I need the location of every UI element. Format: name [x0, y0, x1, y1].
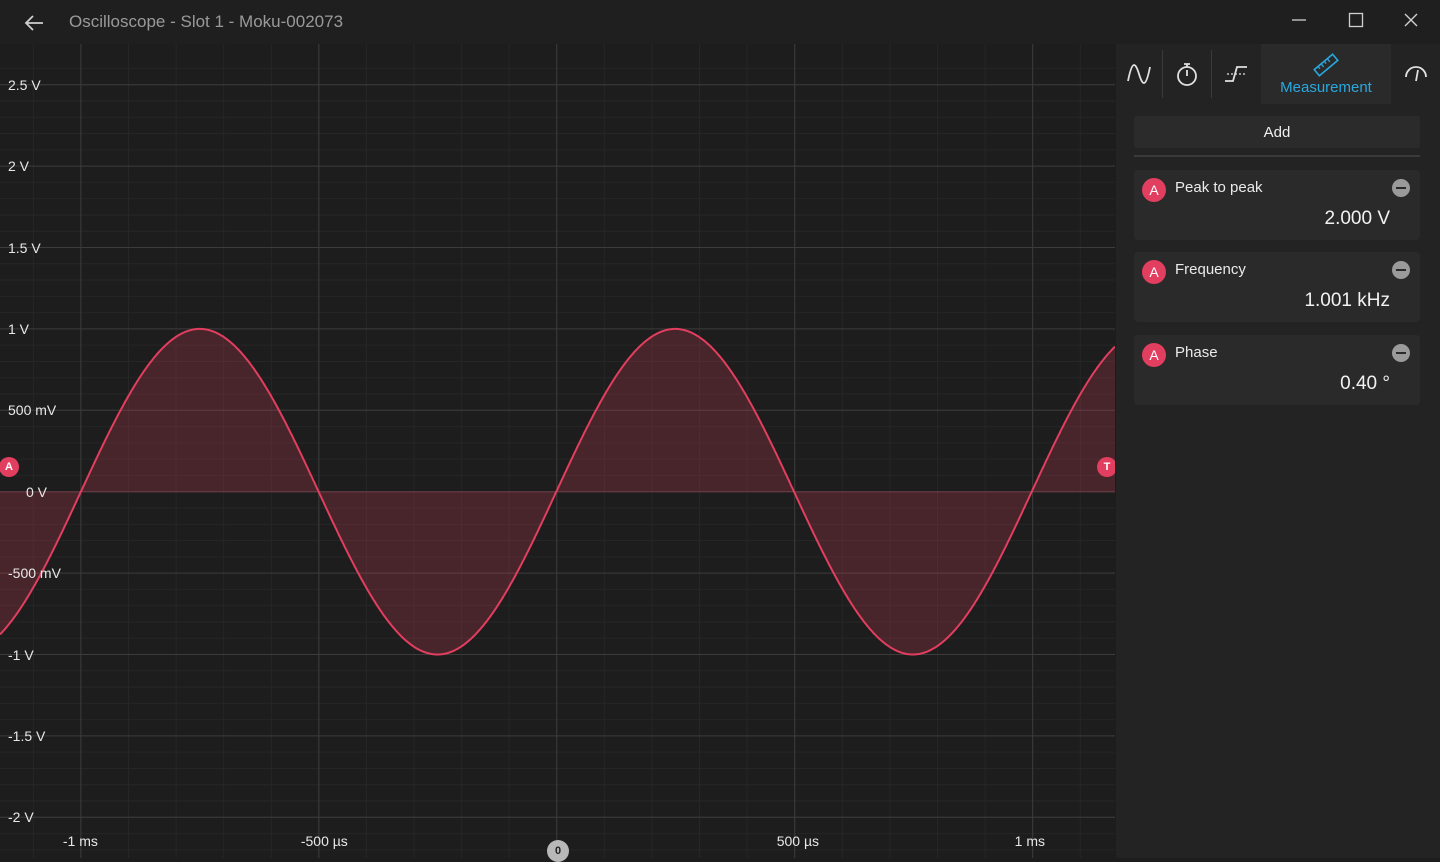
channel-a-badge: A [1142, 178, 1166, 202]
measurement-name: Peak to peak [1175, 179, 1263, 196]
oscilloscope-plot[interactable]: 2.5 V 2 V 1.5 V 1 V 500 mV 0 V -500 mV -1 V -1.5… [0, 44, 1115, 858]
measurement-name: Frequency [1175, 261, 1246, 278]
ruler-icon [1313, 52, 1339, 77]
measurement-card-phase[interactable]: A Phase 0.40 ° [1134, 335, 1420, 405]
stopwatch-icon [1177, 63, 1197, 86]
sine-wave-icon [1127, 64, 1151, 84]
remove-measurement-button[interactable] [1392, 344, 1410, 362]
panel-tab-bar: Measurement [1116, 44, 1440, 104]
remove-measurement-button[interactable] [1392, 261, 1410, 279]
y-tick-label: 0 V [26, 483, 48, 500]
y-tick-label: 2 V [8, 158, 30, 175]
y-tick-label: 500 mV [8, 402, 57, 419]
remove-measurement-button[interactable] [1392, 179, 1410, 197]
minimize-button[interactable] [1279, 6, 1319, 34]
timebase-tab[interactable] [1163, 44, 1211, 104]
divider [1134, 155, 1420, 157]
y-tick-label: -1 V [8, 646, 34, 663]
y-tick-label: -1.5 V [8, 727, 46, 744]
measurement-name: Phase [1175, 344, 1218, 361]
x-tick-label: 500 µs [776, 833, 820, 849]
minimize-icon [1292, 19, 1306, 21]
window-title: Oscilloscope - Slot 1 - Moku-002073 [69, 12, 344, 31]
measurement-value: 0.40 ° [1340, 373, 1390, 394]
add-measurement-button[interactable]: Add [1134, 116, 1420, 148]
gauge-icon [1405, 66, 1427, 82]
y-tick-label: 1 V [8, 320, 30, 337]
measurement-tab[interactable]: Measurement [1261, 44, 1391, 104]
waveform-tab[interactable] [1116, 44, 1162, 104]
measurement-card-peak-to-peak[interactable]: A Peak to peak 2.000 V [1134, 170, 1420, 240]
measurement-tab-label: Measurement [1280, 78, 1372, 96]
measurement-value: 2.000 V [1324, 208, 1391, 229]
y-tick-label: 2.5 V [8, 76, 41, 93]
title-bar: Oscilloscope - Slot 1 - Moku-002073 [0, 0, 1440, 44]
back-button[interactable] [20, 10, 48, 36]
x-tick-label: 1 ms [1014, 833, 1045, 849]
back-arrow-icon [24, 15, 43, 31]
trigger-level-marker[interactable]: T [1097, 457, 1115, 477]
y-tick-label: 1.5 V [8, 239, 41, 256]
trigger-tab[interactable] [1212, 44, 1260, 104]
measurement-value: 1.001 kHz [1304, 290, 1390, 311]
trigger-edge-icon [1225, 66, 1247, 82]
channel-a-badge: A [1142, 343, 1166, 367]
close-button[interactable] [1391, 6, 1431, 34]
time-origin-marker[interactable]: 0 [547, 840, 569, 862]
y-tick-label: -500 mV [8, 565, 61, 582]
maximize-icon [1348, 12, 1364, 28]
maximize-button[interactable] [1336, 6, 1376, 34]
display-tab[interactable] [1392, 44, 1440, 104]
channel-a-offset-marker[interactable]: A [0, 457, 19, 477]
y-tick-label: -2 V [8, 809, 34, 826]
x-tick-label: -1 ms [62, 833, 98, 849]
measurement-card-frequency[interactable]: A Frequency 1.001 kHz [1134, 252, 1420, 322]
x-tick-label: -500 µs [300, 833, 348, 849]
close-icon [1404, 13, 1418, 27]
plot-canvas[interactable] [0, 44, 1115, 858]
side-panel: Measurement Add A Peak to peak 2.000 V A… [1116, 44, 1440, 858]
channel-a-badge: A [1142, 260, 1166, 284]
